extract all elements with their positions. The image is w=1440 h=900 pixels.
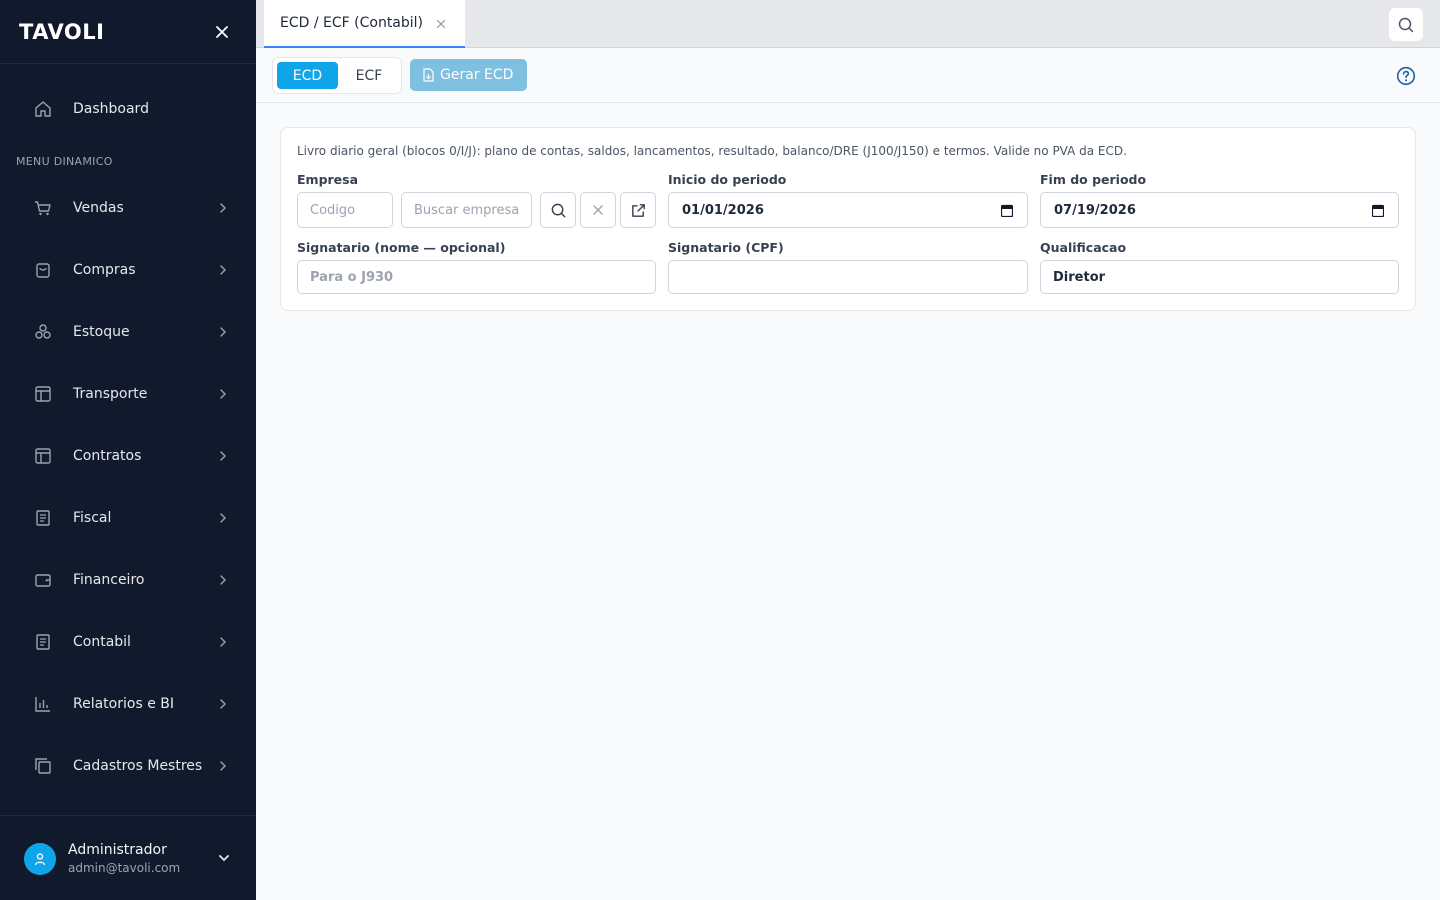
sidebar-item-contratos[interactable]: Contratos (0, 436, 256, 476)
chevron-right-icon (220, 451, 226, 461)
calendar-icon[interactable] (1372, 204, 1384, 217)
toolbar: ECD ECF Gerar ECD (256, 48, 1440, 103)
signatario-cpf-input[interactable] (668, 260, 1028, 294)
close-sidebar-button[interactable] (212, 22, 232, 42)
sidebar-item-transporte[interactable]: Transporte (0, 374, 256, 414)
chevron-down-icon[interactable] (216, 850, 232, 866)
wallet-icon (35, 574, 51, 587)
user-name: Administrador (68, 842, 167, 858)
sidebar-item-compras[interactable]: Compras (0, 250, 256, 290)
sidebar-item-label: Fiscal (73, 510, 112, 526)
cart-icon (35, 201, 51, 216)
tab-label: ECD / ECF (Contabil) (280, 15, 424, 31)
chevron-right-icon (220, 637, 226, 647)
avatar (24, 843, 56, 875)
segment-ecd[interactable]: ECD (277, 62, 338, 89)
tab-ecd-ecf[interactable]: ECD / ECF (Contabil) (264, 0, 465, 48)
chevron-right-icon (220, 513, 226, 523)
receipt-icon (36, 634, 50, 650)
search-empresa-button[interactable] (540, 192, 576, 228)
chevron-right-icon (220, 265, 226, 275)
qualificacao-input[interactable] (1040, 260, 1399, 294)
close-icon (593, 205, 603, 215)
home-icon (35, 101, 51, 117)
close-tab-icon[interactable] (434, 17, 448, 31)
fim-periodo-input[interactable]: 07/19/2026 (1040, 192, 1399, 228)
inicio-periodo-label: Inicio do periodo (668, 172, 787, 187)
search-icon (551, 203, 565, 217)
sidebar-item-contabil[interactable]: Contabil (0, 622, 256, 662)
empresa-code-input[interactable] (297, 192, 393, 228)
sidebar-item-vendas[interactable]: Vendas (0, 188, 256, 228)
sidebar-item-cadastros[interactable]: Cadastros Mestres (0, 746, 256, 786)
receipt-icon (36, 510, 50, 526)
empresa-search-input[interactable] (401, 192, 532, 228)
user-icon (34, 853, 46, 866)
signatario-nome-input[interactable] (297, 260, 656, 294)
chevron-right-icon (220, 327, 226, 337)
qualificacao-label: Qualificacao (1040, 240, 1127, 255)
ecd-form-card: Livro diario geral (blocos 0/I/J): plano… (280, 127, 1416, 311)
form-description: Livro diario geral (blocos 0/I/J): plano… (297, 144, 1127, 158)
external-link-icon (631, 203, 645, 217)
shopping-bag-icon (36, 263, 50, 278)
signatario-cpf-label: Signatario (CPF) (668, 240, 784, 255)
copy-icon (35, 758, 51, 774)
sidebar-item-label: Estoque (73, 324, 130, 340)
global-search-button[interactable] (1389, 8, 1423, 41)
user-email: admin@tavoli.com (68, 861, 181, 875)
clear-empresa-button[interactable] (580, 192, 616, 228)
sidebar-item-label: Transporte (73, 386, 148, 402)
section-label: MENU DINAMICO (16, 155, 113, 168)
sidebar-item-label: Contratos (73, 448, 142, 464)
sidebar-item-label: Financeiro (73, 572, 145, 588)
logo: TAVOLI (19, 19, 105, 44)
fim-periodo-value: 07/19/2026 (1054, 202, 1136, 218)
close-icon (216, 25, 228, 38)
sidebar-item-financeiro[interactable]: Financeiro (0, 560, 256, 600)
user-menu[interactable]: Administrador admin@tavoli.com (0, 815, 256, 900)
sidebar: TAVOLI Dashboard MENU DINAMICO Vendas Co… (0, 0, 256, 900)
generate-ecd-label: Gerar ECD (440, 67, 514, 83)
chevron-right-icon (220, 575, 226, 585)
sidebar-item-estoque[interactable]: Estoque (0, 312, 256, 352)
signatario-nome-label: Signatario (nome — opcional) (297, 240, 506, 255)
calendar-icon[interactable] (1001, 204, 1013, 217)
sidebar-item-label: Cadastros Mestres (73, 758, 203, 774)
fim-periodo-label: Fim do periodo (1040, 172, 1147, 187)
boxes-icon (35, 324, 51, 339)
layout-icon (35, 386, 51, 402)
bar-chart-icon (35, 697, 50, 712)
inicio-periodo-input[interactable]: 01/01/2026 (668, 192, 1028, 228)
chevron-right-icon (220, 203, 226, 213)
help-icon[interactable] (1396, 66, 1416, 86)
file-download-icon (423, 68, 434, 82)
chevron-right-icon (220, 699, 226, 709)
inicio-periodo-value: 01/01/2026 (682, 202, 764, 218)
sidebar-item-dashboard[interactable]: Dashboard (0, 89, 256, 129)
empresa-label: Empresa (297, 172, 359, 187)
sidebar-item-label: Compras (73, 262, 136, 278)
sidebar-item-relatorios[interactable]: Relatorios e BI (0, 684, 256, 724)
sidebar-header: TAVOLI (0, 0, 256, 64)
tab-bar: ECD / ECF (Contabil) (256, 0, 1440, 48)
open-empresa-button[interactable] (620, 192, 656, 228)
sidebar-item-fiscal[interactable]: Fiscal (0, 498, 256, 538)
segment-control: ECD ECF (272, 57, 402, 94)
segment-ecf[interactable]: ECF (339, 62, 399, 89)
chevron-right-icon (220, 761, 226, 771)
generate-ecd-button[interactable]: Gerar ECD (410, 59, 527, 91)
sidebar-item-label: Relatorios e BI (73, 696, 174, 712)
sidebar-item-label: Vendas (73, 200, 124, 216)
search-icon (1398, 17, 1414, 32)
chevron-right-icon (220, 389, 226, 399)
layout-icon (35, 448, 51, 464)
sidebar-item-label: Contabil (73, 634, 131, 650)
sidebar-item-label: Dashboard (73, 101, 149, 117)
